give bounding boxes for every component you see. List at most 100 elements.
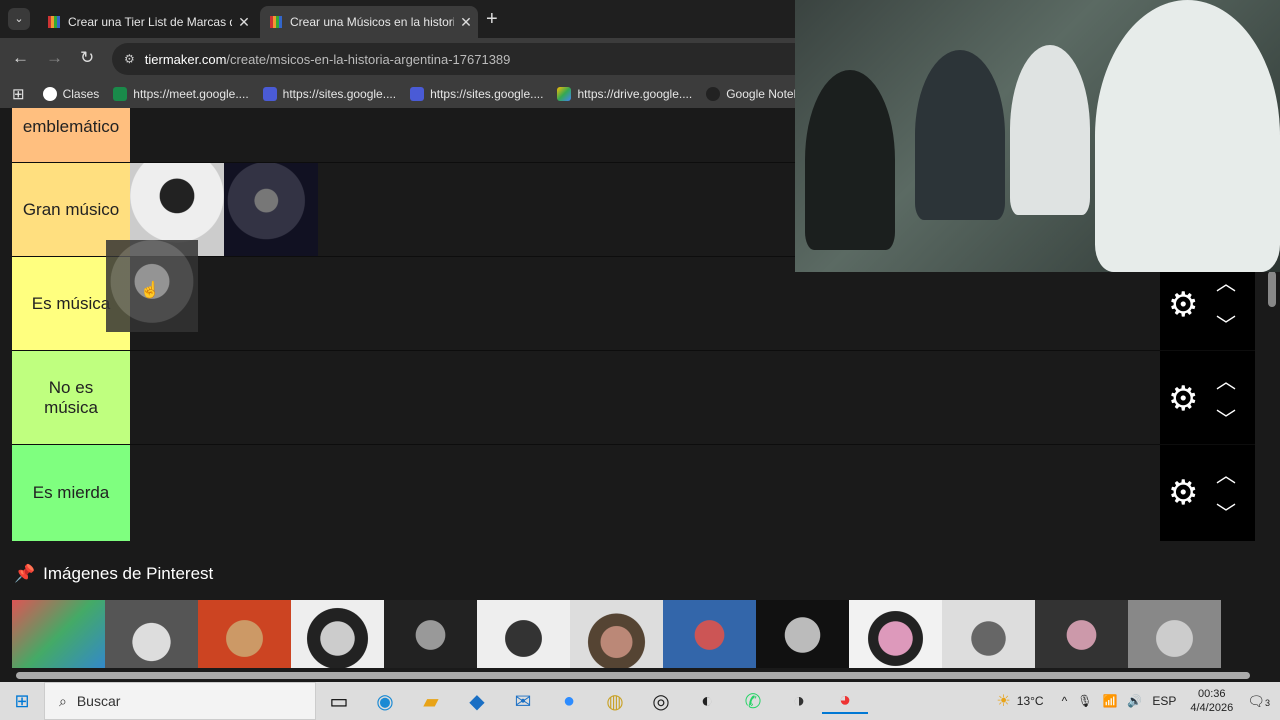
scrollbar-thumb[interactable] (16, 672, 1250, 679)
pool-image[interactable] (756, 600, 849, 668)
tier-row-no-es-musica: No es música ⚙ ︿ ﹀ (12, 350, 1255, 445)
close-icon[interactable]: ✕ (232, 14, 256, 31)
sites-icon (410, 87, 425, 101)
chevron-down-icon[interactable]: ﹀ (1216, 403, 1236, 432)
tier-label[interactable]: No es música (12, 351, 130, 445)
bookmark-label: Clases (62, 87, 100, 101)
edge-icon[interactable]: ◉ (362, 689, 408, 714)
forward-icon[interactable]: → (46, 48, 63, 68)
tier-drop-zone[interactable] (130, 445, 1160, 541)
media-app-icon[interactable]: ◎ (638, 689, 684, 714)
language-indicator[interactable]: ESP (1152, 694, 1176, 708)
notebook-icon (706, 87, 721, 101)
bookmark-item[interactable]: Clases (42, 87, 100, 101)
clock[interactable]: 00:36 4/4/2026 (1190, 687, 1233, 715)
outlook-mail-icon[interactable]: ✉ (500, 689, 546, 714)
tab-list-button[interactable]: ⌄ (8, 8, 30, 30)
pool-title: Imágenes de Pinterest (43, 564, 214, 583)
tier-controls: ⚙ ︿ ﹀ (1160, 351, 1255, 445)
close-icon[interactable]: ✕ (454, 14, 478, 31)
back-icon[interactable]: ← (12, 48, 29, 68)
bookmark-label: https://drive.google.... (577, 87, 693, 101)
system-tray: ☀ 13°C ^ 🎙 📶 🔊 ESP 00:36 4/4/2026 🗨3 (996, 682, 1280, 720)
pool-image[interactable] (1128, 600, 1221, 668)
bookmark-item[interactable]: https://meet.google.... (113, 87, 249, 101)
url-path: /create/msicos-en-la-historia-argentina-… (226, 51, 511, 67)
image-pool (12, 600, 1221, 668)
tier-row-es-mierda: Es mierda ⚙ ︿ ﹀ (12, 444, 1255, 541)
pool-image[interactable] (105, 600, 198, 668)
chevron-up-icon[interactable]: ︿ (1216, 459, 1236, 488)
pool-image[interactable] (663, 600, 756, 668)
pool-image[interactable] (849, 600, 942, 668)
app-icon[interactable]: ◑ (776, 690, 822, 713)
pushpin-icon: 📌 (14, 564, 36, 583)
obs-icon[interactable]: ◐ (684, 690, 730, 713)
horizontal-scrollbar[interactable] (0, 668, 1264, 682)
person-figure (805, 70, 895, 250)
scrollbar-thumb[interactable] (1268, 271, 1276, 307)
pool-image[interactable] (1035, 600, 1128, 668)
zoom-icon[interactable]: ● (546, 690, 592, 713)
search-icon: ⌕ (59, 692, 67, 709)
reload-icon[interactable]: ↻ (80, 48, 94, 68)
pool-image[interactable] (291, 600, 384, 668)
weather-temp[interactable]: 13°C (1017, 694, 1044, 708)
new-tab-icon[interactable]: + (486, 8, 498, 31)
gear-icon[interactable]: ⚙ (1168, 473, 1198, 513)
apps-icon[interactable]: ⊞ (12, 85, 25, 103)
tab-tier-list-marcas[interactable]: Crear una Tier List de Marcas d ✕ (38, 6, 256, 38)
notifications-icon[interactable]: 🗨3 (1247, 693, 1270, 710)
bookmark-item[interactable]: Google Notebo (706, 87, 807, 101)
person-figure (1010, 45, 1090, 215)
tier-drop-zone[interactable] (130, 351, 1160, 445)
task-view-icon[interactable]: ▭ (316, 689, 362, 714)
gear-icon[interactable]: ⚙ (1168, 379, 1198, 419)
pool-header: 📌 Imágenes de Pinterest (14, 564, 213, 584)
chrome-icon[interactable]: ◕ (822, 689, 868, 714)
bookmark-item[interactable]: https://sites.google.... (410, 87, 543, 101)
windows-start-icon[interactable]: ⊞ (0, 691, 44, 712)
url-field[interactable]: ⚙ tiermaker.com /create/msicos-en-la-his… (112, 43, 812, 75)
whatsapp-icon[interactable]: ✆ (730, 689, 776, 714)
webcam-overlay (795, 0, 1280, 272)
pool-image[interactable] (477, 600, 570, 668)
pool-image[interactable] (570, 600, 663, 668)
bookmark-label: https://sites.google.... (430, 87, 544, 101)
weather-icon[interactable]: ☀ (996, 691, 1010, 711)
gear-icon[interactable]: ⚙ (1168, 285, 1198, 325)
pool-image[interactable] (12, 600, 105, 668)
pool-image[interactable] (942, 600, 1035, 668)
tier-label[interactable]: emblemático (12, 108, 130, 163)
pool-image[interactable] (198, 600, 291, 668)
chevron-down-icon[interactable]: ﹀ (1216, 497, 1236, 526)
tier-item-image[interactable] (224, 163, 318, 257)
taskbar-search[interactable]: ⌕ Buscar (44, 682, 316, 720)
pool-image[interactable] (384, 600, 477, 668)
tiermaker-icon (48, 16, 60, 28)
person-figure (1095, 0, 1280, 272)
microphone-icon[interactable]: 🎙 (1077, 694, 1092, 708)
bookmark-item[interactable]: https://drive.google.... (557, 87, 692, 101)
search-placeholder: Buscar (76, 693, 121, 709)
site-info-icon[interactable]: ⚙ (124, 52, 135, 66)
chevron-up-icon[interactable]: ^ (1062, 694, 1068, 708)
bookmark-label: https://meet.google.... (133, 87, 249, 101)
app-icon[interactable]: ◍ (592, 689, 638, 714)
chevron-down-icon[interactable]: ﹀ (1216, 309, 1236, 338)
tier-controls: ⚙ ︿ ﹀ (1160, 445, 1255, 541)
hand-cursor-icon: ☝ (140, 282, 160, 299)
tab-musicos[interactable]: Crear una Músicos en la histori ✕ (260, 6, 478, 38)
tab-title: Crear una Tier List de Marcas d (68, 15, 232, 29)
sites-icon (262, 87, 277, 101)
wifi-icon[interactable]: 📶 (1102, 694, 1117, 708)
drive-icon (557, 87, 572, 101)
tier-label[interactable]: Es mierda (12, 445, 130, 541)
google-icon (42, 87, 57, 101)
bookmark-item[interactable]: https://sites.google.... (262, 87, 396, 101)
file-explorer-icon[interactable]: ▰ (408, 689, 454, 714)
tab-title: Crear una Músicos en la histori (290, 15, 454, 29)
volume-icon[interactable]: 🔊 (1127, 694, 1142, 708)
chevron-up-icon[interactable]: ︿ (1216, 365, 1236, 394)
outlook-icon[interactable]: ◆ (454, 689, 500, 714)
